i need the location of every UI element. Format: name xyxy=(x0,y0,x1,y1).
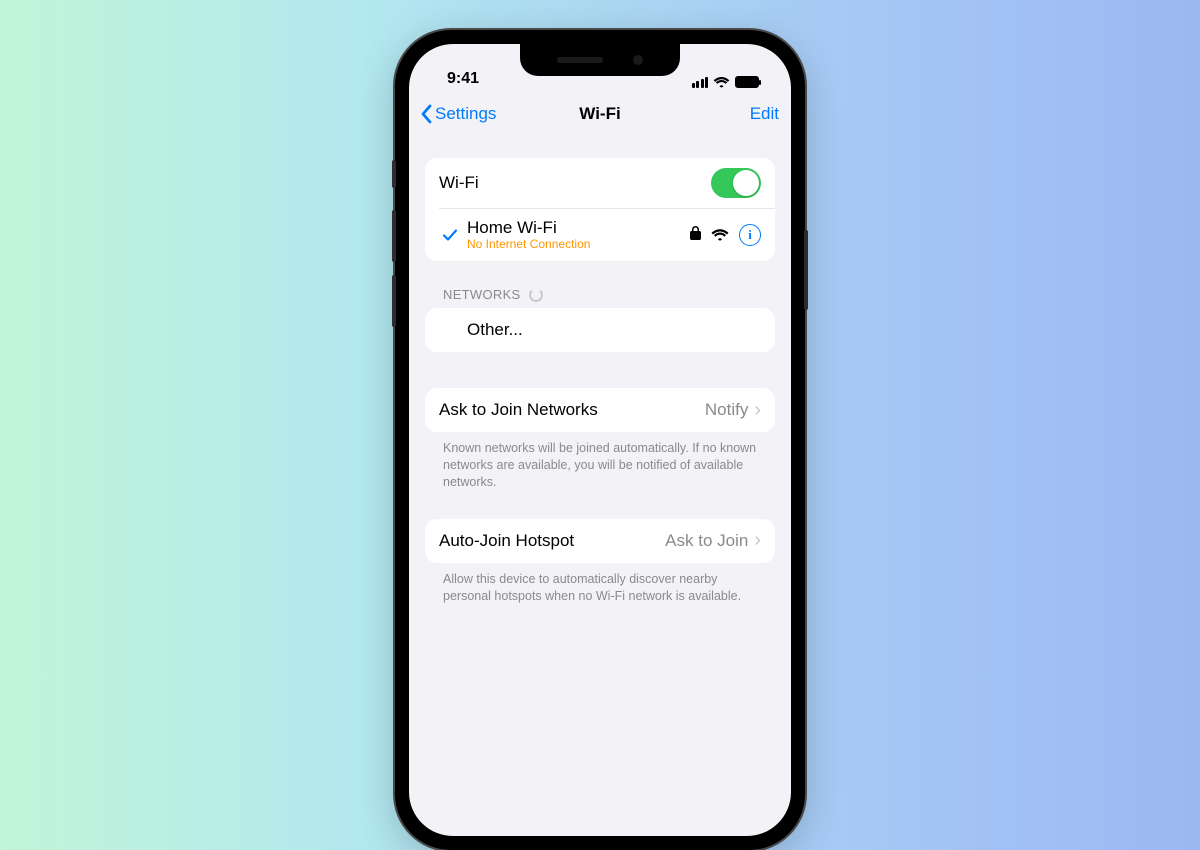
screen: 9:41 Settings Wi-Fi Edit Wi-Fi xyxy=(409,44,791,836)
ask-join-label: Ask to Join Networks xyxy=(439,400,598,420)
phone-frame: 9:41 Settings Wi-Fi Edit Wi-Fi xyxy=(395,30,805,850)
notch xyxy=(520,44,680,76)
chevron-right-icon: › xyxy=(754,529,761,552)
wifi-signal-icon xyxy=(711,228,729,241)
ask-join-row[interactable]: Ask to Join Networks Notify › xyxy=(425,388,775,432)
volume-down-button[interactable] xyxy=(392,275,396,327)
checkmark-icon xyxy=(439,226,461,244)
networks-header: NETWORKS xyxy=(425,287,775,308)
auto-hotspot-label: Auto-Join Hotspot xyxy=(439,531,574,551)
power-button[interactable] xyxy=(804,230,808,310)
battery-icon xyxy=(735,76,759,88)
wifi-toggle-row[interactable]: Wi-Fi xyxy=(425,158,775,208)
chevron-right-icon: › xyxy=(754,399,761,422)
connected-network-row[interactable]: Home Wi-Fi No Internet Connection i xyxy=(425,208,775,261)
connected-network-status: No Internet Connection xyxy=(467,238,590,252)
page-title: Wi-Fi xyxy=(579,104,620,124)
chevron-left-icon xyxy=(421,104,433,124)
loading-spinner-icon xyxy=(529,288,543,302)
auto-hotspot-value: Ask to Join xyxy=(665,531,748,551)
lock-icon xyxy=(690,226,701,243)
ask-join-footer: Known networks will be joined automatica… xyxy=(425,432,775,491)
auto-hotspot-group: Auto-Join Hotspot Ask to Join › xyxy=(425,519,775,563)
ask-join-group: Ask to Join Networks Notify › xyxy=(425,388,775,432)
other-network-row[interactable]: Other... xyxy=(425,308,775,352)
nav-bar: Settings Wi-Fi Edit xyxy=(409,92,791,136)
other-label: Other... xyxy=(467,320,523,340)
auto-hotspot-footer: Allow this device to automatically disco… xyxy=(425,563,775,605)
wifi-toggle-group: Wi-Fi Home Wi-Fi No Internet Connection xyxy=(425,158,775,261)
cellular-signal-icon xyxy=(692,77,709,88)
back-button[interactable]: Settings xyxy=(421,104,496,124)
mute-switch[interactable] xyxy=(392,160,396,188)
edit-button[interactable]: Edit xyxy=(750,104,779,124)
ask-join-value: Notify xyxy=(705,400,748,420)
info-button[interactable]: i xyxy=(739,224,761,246)
auto-hotspot-row[interactable]: Auto-Join Hotspot Ask to Join › xyxy=(425,519,775,563)
wifi-toggle[interactable] xyxy=(711,168,761,198)
wifi-icon xyxy=(713,76,730,88)
back-label: Settings xyxy=(435,104,496,124)
wifi-toggle-label: Wi-Fi xyxy=(439,173,479,193)
volume-up-button[interactable] xyxy=(392,210,396,262)
networks-group: Other... xyxy=(425,308,775,352)
connected-network-name: Home Wi-Fi xyxy=(467,218,590,238)
